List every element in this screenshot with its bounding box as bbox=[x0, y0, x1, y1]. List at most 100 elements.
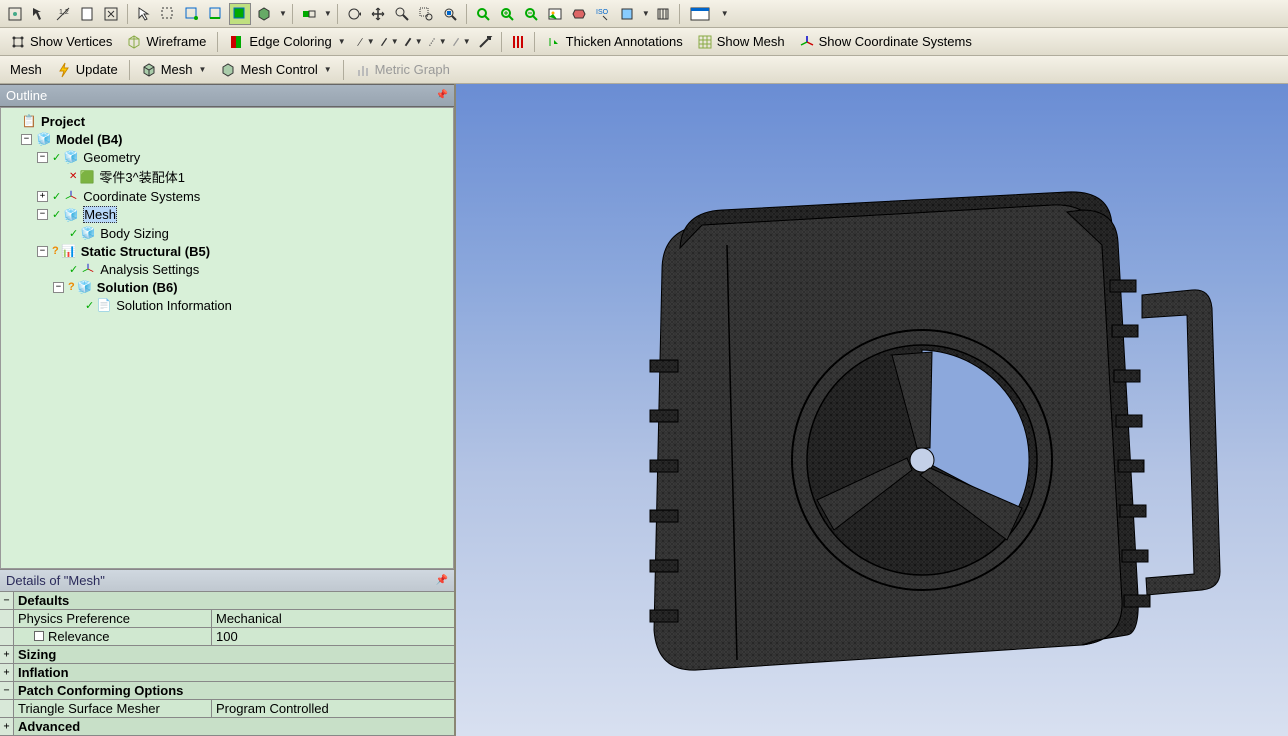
tree-model[interactable]: − 🧊 Model (B4) bbox=[5, 130, 449, 148]
tool-iso-icon[interactable]: ISO bbox=[592, 3, 614, 25]
show-mesh-button[interactable]: Show Mesh bbox=[691, 30, 791, 54]
geometry-icon: 🧊 bbox=[63, 149, 79, 165]
wireframe-button[interactable]: Wireframe bbox=[120, 30, 212, 54]
tool-window-icon[interactable] bbox=[685, 3, 717, 25]
tool-extend-icon[interactable] bbox=[298, 3, 320, 25]
property-value[interactable]: 100 bbox=[212, 628, 454, 645]
collapse-icon[interactable]: − bbox=[37, 246, 48, 257]
viewport-3d[interactable] bbox=[456, 84, 1288, 736]
details-row-triangle[interactable]: Triangle Surface Mesher Program Controll… bbox=[0, 700, 454, 718]
property-value[interactable]: Mechanical bbox=[212, 610, 454, 627]
tree-label: Static Structural (B5) bbox=[81, 244, 210, 259]
x-icon: ✕ bbox=[69, 171, 77, 182]
tool-body-icon[interactable] bbox=[253, 3, 275, 25]
tool-cursor-icon[interactable] bbox=[133, 3, 155, 25]
show-mesh-icon bbox=[697, 34, 713, 50]
view-dropdown-icon[interactable]: ▼ bbox=[642, 9, 650, 18]
details-section-sizing[interactable]: + Sizing bbox=[0, 646, 454, 664]
section-label: Defaults bbox=[14, 592, 454, 609]
tool-vertex-icon[interactable] bbox=[181, 3, 203, 25]
pin-icon[interactable]: 📌 bbox=[436, 90, 448, 101]
tool-zoom-box-icon[interactable] bbox=[415, 3, 437, 25]
expand-icon[interactable]: + bbox=[0, 646, 14, 663]
tree-solution[interactable]: − ? 🧊 Solution (B6) bbox=[5, 278, 449, 296]
tool-fit-icon[interactable] bbox=[100, 3, 122, 25]
tool-parallel-icon[interactable] bbox=[652, 3, 674, 25]
thicken-annotations-label: Thicken Annotations bbox=[566, 34, 683, 49]
tool-rotate-icon[interactable] bbox=[343, 3, 365, 25]
expand-icon[interactable]: + bbox=[0, 664, 14, 681]
tool-zoom-fit-icon[interactable] bbox=[439, 3, 461, 25]
tool-pan-icon[interactable] bbox=[367, 3, 389, 25]
model-icon: 🧊 bbox=[36, 131, 52, 147]
separator bbox=[466, 4, 467, 24]
collapse-icon[interactable]: − bbox=[37, 152, 48, 163]
tree-analysis-settings[interactable]: ✓ Analysis Settings bbox=[5, 260, 449, 278]
tool-slash2-icon[interactable]: ▼ bbox=[378, 31, 400, 53]
tree-solution-information[interactable]: ✓ 📄 Solution Information bbox=[5, 296, 449, 314]
tool-slice-icon[interactable] bbox=[568, 3, 590, 25]
edge-coloring-label: Edge Coloring bbox=[249, 34, 331, 49]
tool-slash1-icon[interactable]: ▼ bbox=[354, 31, 376, 53]
mesh-control-button[interactable]: Mesh Control ▼ bbox=[214, 58, 337, 82]
window-dropdown-icon[interactable]: ▼ bbox=[721, 9, 729, 18]
tree-label: Body Sizing bbox=[100, 226, 169, 241]
collapse-icon[interactable]: − bbox=[21, 134, 32, 145]
tool-thickness-icon[interactable] bbox=[507, 31, 529, 53]
expand-icon[interactable]: + bbox=[37, 191, 48, 202]
tree-part[interactable]: ✕ 🟩 零件3^装配体1 bbox=[5, 166, 449, 187]
details-row-physics[interactable]: Physics Preference Mechanical bbox=[0, 610, 454, 628]
tool-image-icon[interactable] bbox=[544, 3, 566, 25]
tool-view-icon[interactable] bbox=[616, 3, 638, 25]
tool-arrow-icon[interactable] bbox=[28, 3, 50, 25]
tree-mesh[interactable]: − ✓ 🧊 Mesh bbox=[5, 205, 449, 224]
tree-project[interactable]: 📋 Project bbox=[5, 112, 449, 130]
mesh-model-render bbox=[522, 130, 1222, 690]
tool-look-icon[interactable] bbox=[472, 3, 494, 25]
tree-geometry[interactable]: − ✓ 🧊 Geometry bbox=[5, 148, 449, 166]
details-row-relevance[interactable]: Relevance 100 bbox=[0, 628, 454, 646]
tool-slash4-icon[interactable]: ▼ bbox=[426, 31, 448, 53]
details-section-inflation[interactable]: + Inflation bbox=[0, 664, 454, 682]
collapse-icon[interactable]: − bbox=[0, 592, 14, 609]
tool-slash5-icon[interactable]: ▼ bbox=[450, 31, 472, 53]
tree-body-sizing[interactable]: ✓ 🧊 Body Sizing bbox=[5, 224, 449, 242]
mesh-dropdown-button[interactable]: Mesh ▼ bbox=[135, 58, 213, 82]
thicken-annotations-button[interactable]: Thicken Annotations bbox=[540, 30, 689, 54]
details-section-advanced[interactable]: + Advanced bbox=[0, 718, 454, 736]
expand-icon[interactable]: + bbox=[0, 718, 14, 735]
tool-box-select-icon[interactable] bbox=[157, 3, 179, 25]
show-cs-button[interactable]: Show Coordinate Systems bbox=[793, 30, 978, 54]
details-section-patch[interactable]: − Patch Conforming Options bbox=[0, 682, 454, 700]
body-dropdown-icon[interactable]: ▼ bbox=[279, 9, 287, 18]
tool-doc-icon[interactable] bbox=[76, 3, 98, 25]
tool-arrow-thick-icon[interactable] bbox=[474, 31, 496, 53]
tool-measure-icon[interactable]: 1,2 bbox=[52, 3, 74, 25]
outline-tree[interactable]: 📋 Project − 🧊 Model (B4) − ✓ 🧊 Geometry … bbox=[0, 107, 454, 569]
collapse-icon[interactable]: − bbox=[37, 209, 48, 220]
mesh-icon: 🧊 bbox=[63, 207, 79, 223]
pin-icon[interactable]: 📌 bbox=[436, 575, 448, 586]
show-vertices-button[interactable]: Show Vertices bbox=[4, 30, 118, 54]
update-button[interactable]: Update bbox=[50, 58, 124, 82]
tree-label: Geometry bbox=[83, 150, 140, 165]
tool-edge-icon[interactable] bbox=[205, 3, 227, 25]
vertices-icon bbox=[10, 34, 26, 50]
section-label: Inflation bbox=[14, 664, 454, 681]
edge-coloring-button[interactable]: Edge Coloring ▼ bbox=[223, 30, 351, 54]
collapse-icon[interactable]: − bbox=[0, 682, 14, 699]
tree-static-structural[interactable]: − ? 📊 Static Structural (B5) bbox=[5, 242, 449, 260]
tool-zoom-in-icon[interactable] bbox=[496, 3, 518, 25]
tree-coordinate-systems[interactable]: + ✓ Coordinate Systems bbox=[5, 187, 449, 205]
tool-home-icon[interactable] bbox=[4, 3, 26, 25]
collapse-icon[interactable]: − bbox=[53, 282, 64, 293]
tool-slash3-icon[interactable]: ▼ bbox=[402, 31, 424, 53]
mesh-cube-icon bbox=[141, 62, 157, 78]
tree-label: Model (B4) bbox=[56, 132, 122, 147]
tool-face-icon[interactable] bbox=[229, 3, 251, 25]
extend-dropdown-icon[interactable]: ▼ bbox=[324, 9, 332, 18]
details-section-defaults[interactable]: − Defaults bbox=[0, 592, 454, 610]
tool-zoom-icon[interactable] bbox=[391, 3, 413, 25]
tool-zoom-out-icon[interactable] bbox=[520, 3, 542, 25]
property-value[interactable]: Program Controlled bbox=[212, 700, 454, 717]
